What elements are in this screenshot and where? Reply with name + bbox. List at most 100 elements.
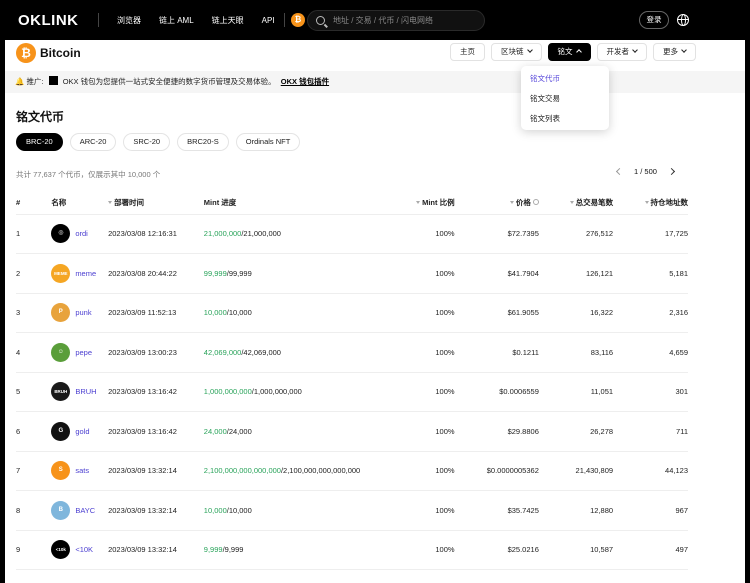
mint-ratio: 100%: [360, 253, 455, 294]
holders: 5,181: [613, 253, 688, 294]
mint-progress: 9,999/9,999: [203, 530, 361, 570]
token-name-cell: MEME meme: [51, 253, 109, 294]
chain-nav-more[interactable]: 更多: [653, 43, 696, 61]
token-name-link[interactable]: meme: [75, 269, 96, 278]
dropdown-item-inscription-tokens[interactable]: 铭文代币: [521, 69, 609, 89]
token-name-link[interactable]: pepe: [75, 348, 92, 357]
total-supply: /42,069,000: [241, 347, 281, 357]
chain-nav-inscriptions[interactable]: 铭文: [547, 43, 591, 61]
price: $0.0006559: [454, 372, 539, 412]
search-icon: [316, 16, 325, 25]
token-name-link[interactable]: BAYC: [75, 506, 95, 515]
token-table: # 名称 部署时间 Mint 进度 Mint 比例 价格 总交易笔数 持仓地址数…: [16, 192, 688, 570]
tab-src20[interactable]: SRC-20: [123, 133, 171, 151]
token-name-cell: ◎ ordi: [51, 214, 109, 254]
mint-progress: 99,999/99,999: [203, 253, 361, 294]
nav-link-api[interactable]: API: [262, 16, 275, 25]
total-trades: 10,587: [538, 530, 614, 570]
price: $0.1211: [454, 332, 539, 373]
promo-link[interactable]: OKX 钱包插件: [281, 77, 329, 86]
chevron-down-icon: [681, 47, 687, 53]
chain-nav-blockchain[interactable]: 区块链: [491, 43, 542, 61]
tab-arc20[interactable]: ARC-20: [69, 133, 117, 151]
total-supply: /24,000: [226, 426, 252, 436]
token-name-link[interactable]: punk: [75, 308, 91, 317]
divider: [284, 13, 285, 27]
table-row[interactable]: 4 ☺ pepe 2023/03/09 13:00:23 42,069,000/42,0…: [16, 332, 688, 373]
globe-icon[interactable]: [677, 14, 689, 26]
total-trades: 83,116: [538, 332, 614, 373]
total-trades: 16,322: [538, 293, 614, 333]
price: $61.9055: [454, 293, 539, 333]
price: $0.0000005362: [454, 451, 539, 491]
deploy-time: 2023/03/09 13:32:14: [108, 530, 204, 570]
token-name-link[interactable]: gold: [75, 427, 89, 436]
table-row[interactable]: 1 ◎ ordi 2023/03/08 12:16:31 21,000,000/21,0…: [16, 214, 688, 254]
next-page-icon[interactable]: [667, 167, 675, 176]
chain-nav-developers[interactable]: 开发者: [596, 43, 647, 61]
dropdown-item-inscription-list[interactable]: 铭文列表: [521, 109, 609, 129]
col-holders[interactable]: 持仓地址数: [613, 192, 688, 215]
deploy-time: 2023/03/09 13:16:42: [108, 411, 204, 452]
row-index: 9: [16, 530, 52, 570]
prev-page-icon[interactable]: [615, 167, 624, 176]
deploy-time: 2023/03/09 13:00:23: [108, 332, 204, 373]
table-row[interactable]: 7 Ssats 2023/03/09 13:32:14 2,100,000,000,0…: [16, 451, 688, 491]
holders: 301: [613, 372, 688, 412]
promo-text: OKX 钱包为您提供一站式安全便捷的数字货币管理及交易体验。: [62, 77, 276, 86]
col-price[interactable]: 价格: [454, 192, 539, 215]
tab-brc20[interactable]: BRC-20: [16, 133, 63, 151]
col-mint-ratio[interactable]: Mint 比例: [360, 192, 455, 215]
mint-ratio: 100%: [360, 372, 455, 412]
deploy-time: 2023/03/09 13:16:42: [108, 372, 204, 412]
token-icon: <10k: [51, 540, 71, 560]
search-input[interactable]: [333, 16, 473, 25]
price: $72.7395: [454, 214, 539, 254]
chain-name: Bitcoin: [40, 46, 81, 60]
nav-link-onchain-eye[interactable]: 链上天眼: [212, 15, 244, 26]
nav-link-explorer[interactable]: 浏览器: [117, 15, 141, 26]
sort-icon: [644, 201, 649, 205]
token-table-body: 1 ◎ ordi 2023/03/08 12:16:31 21,000,000/21,0…: [16, 214, 688, 570]
token-name-link[interactable]: ordi: [75, 229, 88, 238]
protocol-tabs: BRC-20 ARC-20 SRC-20 BRC20-S Ordinals NF…: [16, 133, 301, 151]
sort-icon: [509, 201, 514, 205]
mint-progress: 10,000/10,000: [203, 293, 361, 333]
login-button[interactable]: 登录: [639, 11, 669, 29]
holders: 2,316: [613, 293, 688, 333]
token-name-link[interactable]: <10K: [75, 545, 93, 554]
total-supply: /10,000: [226, 505, 252, 515]
total-supply: /2,100,000,000,000,000: [280, 466, 361, 476]
chain-nav-home[interactable]: 主页: [450, 43, 485, 61]
info-icon[interactable]: [532, 199, 539, 206]
token-icon: S: [51, 461, 71, 481]
dropdown-item-inscription-transactions[interactable]: 铭文交易: [521, 89, 609, 109]
table-row[interactable]: 6 Ggold 2023/03/09 13:16:42 24,000/24,000 10…: [16, 411, 688, 452]
search-box[interactable]: [307, 10, 485, 31]
bitcoin-chain-icon[interactable]: ₿: [291, 13, 305, 27]
table-row[interactable]: 9 <10k <10K 2023/03/09 13:32:14 9,999/9,999 1…: [16, 530, 688, 570]
minted-amount: 1,000,000,000: [203, 387, 252, 397]
table-row[interactable]: 2 MEME meme 2023/03/08 20:44:22 99,999/99,99…: [16, 253, 688, 294]
price: $29.8806: [454, 411, 539, 452]
col-total-trades[interactable]: 总交易笔数: [538, 192, 614, 215]
token-name-link[interactable]: sats: [75, 466, 89, 475]
col-index: #: [16, 192, 52, 215]
mint-progress: 10,000/10,000: [203, 490, 361, 531]
deploy-time: 2023/03/08 20:44:22: [108, 253, 204, 294]
token-name-link[interactable]: BRUH: [75, 387, 96, 396]
col-deploy-time[interactable]: 部署时间: [108, 192, 204, 215]
token-icon: B: [51, 500, 71, 520]
tab-brc20s[interactable]: BRC20-S: [177, 133, 229, 151]
table-row[interactable]: 3 Ppunk 2023/03/09 11:52:13 10,000/10,000 10…: [16, 293, 688, 333]
minted-amount: 99,999: [203, 268, 227, 278]
token-name-cell: ☺ pepe: [51, 332, 109, 373]
table-row[interactable]: 8 B BAYC 2023/03/09 13:32:14 10,000/10,000 10…: [16, 490, 688, 531]
minted-amount: 21,000,000: [203, 229, 242, 239]
token-icon: P: [51, 303, 71, 323]
oklink-logo[interactable]: OKLINK: [18, 12, 79, 29]
nav-link-aml[interactable]: 链上 AML: [159, 15, 194, 26]
table-row[interactable]: 5 BRUH BRUH 2023/03/09 13:16:42 1,000,000,00…: [16, 372, 688, 412]
tab-ordinals-nft[interactable]: Ordinals NFT: [235, 133, 301, 151]
row-index: 2: [16, 253, 52, 294]
